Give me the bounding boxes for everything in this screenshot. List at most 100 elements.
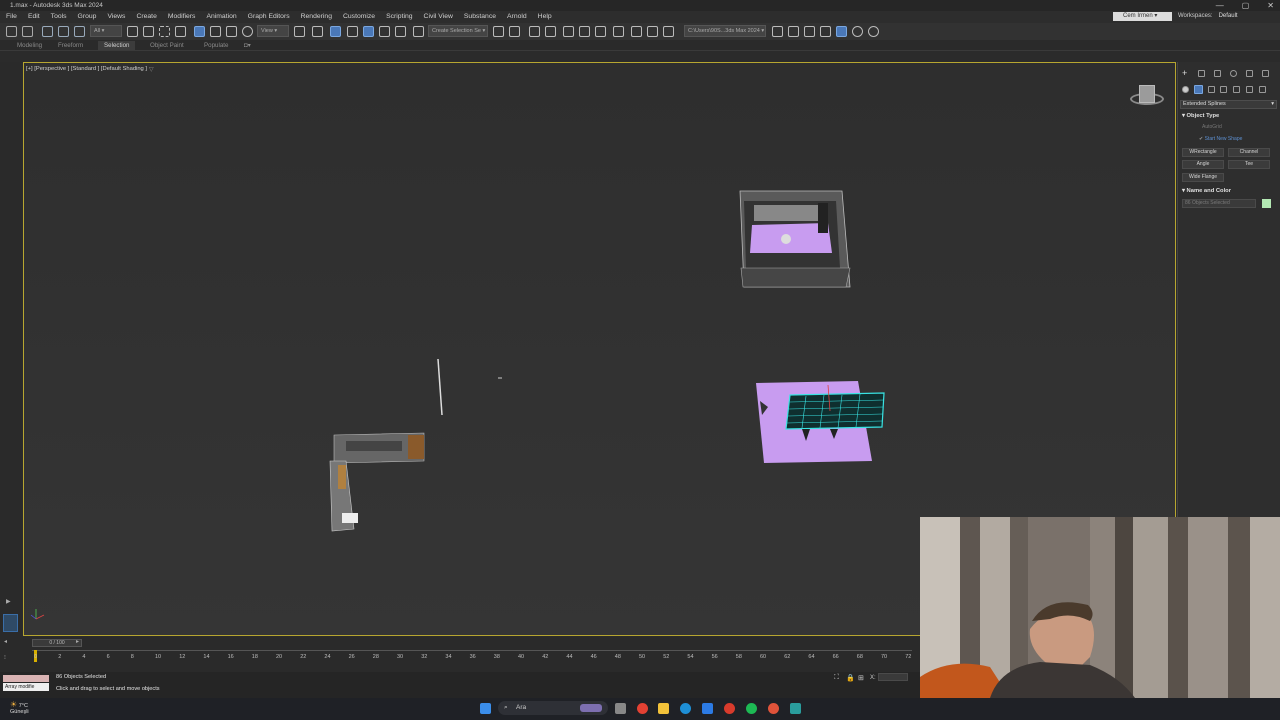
- kitchen-model-left[interactable]: [329, 432, 425, 532]
- menu-substance[interactable]: Substance: [464, 13, 496, 20]
- timeline-prev-icon[interactable]: ◂: [4, 638, 7, 645]
- workspaces-selector[interactable]: Workspaces: Default: [1178, 13, 1238, 19]
- store-icon[interactable]: [702, 703, 713, 714]
- menu-rendering[interactable]: Rendering: [301, 13, 332, 20]
- close-button[interactable]: ✕: [1267, 1, 1274, 10]
- edge-icon[interactable]: [680, 703, 691, 714]
- menu-graph-editors[interactable]: Graph Editors: [248, 13, 290, 20]
- minimize-button[interactable]: —: [1216, 1, 1224, 10]
- tab-object-paint[interactable]: Object Paint: [150, 42, 184, 49]
- expand-layout-icon[interactable]: ▶: [6, 598, 11, 605]
- selection-lock-icon[interactable]: 🔒: [846, 674, 855, 682]
- tab-populate[interactable]: Populate: [204, 42, 228, 49]
- taskbar-search[interactable]: ⌕ Ara: [498, 701, 608, 715]
- render-setup-icon[interactable]: [631, 26, 642, 37]
- channel-button[interactable]: Channel: [1228, 148, 1270, 157]
- undo-icon[interactable]: [6, 26, 17, 37]
- menu-arnold[interactable]: Arnold: [507, 13, 527, 20]
- angle-snap-icon[interactable]: [363, 26, 374, 37]
- select-and-move-icon[interactable]: [194, 26, 205, 37]
- link-icon[interactable]: [42, 26, 53, 37]
- keyboard-shortcut-override-icon[interactable]: [330, 26, 341, 37]
- time-slider[interactable]: 0 / 100: [32, 639, 82, 647]
- menu-group[interactable]: Group: [78, 13, 97, 20]
- object-type-rollout[interactable]: ▾ Object Type: [1182, 113, 1219, 119]
- lights-icon[interactable]: [1208, 86, 1215, 93]
- rectangular-selection-icon[interactable]: [159, 26, 170, 37]
- menu-animation[interactable]: Animation: [206, 13, 236, 20]
- window-crossing-icon[interactable]: [175, 26, 186, 37]
- select-and-rotate-icon[interactable]: [210, 26, 221, 37]
- select-and-scale-icon[interactable]: [226, 26, 237, 37]
- shapes-icon[interactable]: [1194, 85, 1203, 94]
- chrome-icon[interactable]: [637, 703, 648, 714]
- tab-modeling[interactable]: Modeling: [17, 42, 42, 49]
- photo-app-icon[interactable]: [768, 703, 779, 714]
- motion-tab-icon[interactable]: [1230, 70, 1237, 77]
- rendered-frame-window-icon[interactable]: [647, 26, 658, 37]
- schematic-view-icon[interactable]: [595, 26, 606, 37]
- scene-explorer-icon[interactable]: [529, 26, 540, 37]
- tab-selection[interactable]: Selection: [98, 41, 136, 50]
- object-color-swatch[interactable]: [1262, 199, 1271, 208]
- viewport-layout-icon[interactable]: [836, 26, 847, 37]
- maxscript-mini-listener[interactable]: Array modifie: [3, 683, 49, 691]
- wrectangle-button[interactable]: WRectangle: [1182, 148, 1224, 157]
- ribbon-toggle-icon[interactable]: ◘▾: [244, 42, 251, 49]
- line-object[interactable]: [437, 358, 443, 416]
- angle-button[interactable]: Angle: [1182, 160, 1224, 169]
- render-production-icon[interactable]: [663, 26, 674, 37]
- systems-icon[interactable]: [1259, 86, 1266, 93]
- toggle-ribbon-icon[interactable]: [563, 26, 574, 37]
- snaps-toggle-icon[interactable]: [347, 26, 358, 37]
- unlink-icon[interactable]: [58, 26, 69, 37]
- select-by-name-icon[interactable]: [143, 26, 154, 37]
- absolute-mode-icon[interactable]: ⊞: [858, 674, 864, 682]
- space-warps-icon[interactable]: [1246, 86, 1253, 93]
- menu-scripting[interactable]: Scripting: [386, 13, 412, 20]
- cameras-icon[interactable]: [1220, 86, 1227, 93]
- pivot-point-icon[interactable]: [294, 26, 305, 37]
- viewport-layout-tab[interactable]: [3, 614, 18, 632]
- spotify-icon[interactable]: [746, 703, 757, 714]
- hierarchy-tab-icon[interactable]: [1214, 70, 1221, 77]
- bind-space-warp-icon[interactable]: [74, 26, 85, 37]
- start-button-icon[interactable]: [480, 703, 491, 714]
- opera-icon[interactable]: [724, 703, 735, 714]
- select-and-place-icon[interactable]: [242, 26, 253, 37]
- track-bar-toggle-icon[interactable]: ⁝: [4, 654, 6, 661]
- settings-icon[interactable]: [852, 26, 863, 37]
- menu-civil-view[interactable]: Civil View: [424, 13, 453, 20]
- material-editor-icon[interactable]: [613, 26, 624, 37]
- display-tab-icon[interactable]: [1246, 70, 1253, 77]
- reference-coordinate-dropdown[interactable]: View ▾: [257, 25, 289, 37]
- object-name-field[interactable]: 86 Objects Selected: [1182, 199, 1256, 208]
- curve-editor-icon[interactable]: [579, 26, 590, 37]
- manipulate-icon[interactable]: [312, 26, 323, 37]
- modify-tab-icon[interactable]: [1198, 70, 1205, 77]
- selection-filter-dropdown[interactable]: All ▾: [90, 25, 122, 37]
- project-icon[interactable]: [804, 26, 815, 37]
- open-file-icon[interactable]: [772, 26, 783, 37]
- user-account-dropdown[interactable]: Cem Irmen ▾: [1113, 12, 1172, 21]
- menu-create[interactable]: Create: [136, 13, 156, 20]
- maxscript-listener-output[interactable]: [3, 675, 49, 682]
- geometry-icon[interactable]: [1182, 86, 1189, 93]
- utilities-tab-icon[interactable]: [1262, 70, 1269, 77]
- create-tab-icon[interactable]: +: [1182, 69, 1189, 78]
- floor-model-right[interactable]: [756, 381, 885, 463]
- spinner-snap-icon[interactable]: [395, 26, 406, 37]
- project-folder-dropdown[interactable]: C:\Users\90S...3ds Max 2024 ▾: [684, 25, 766, 37]
- named-selection-sets-dropdown[interactable]: Create Selection Se ▾: [428, 25, 488, 37]
- room-model-top[interactable]: [739, 190, 851, 288]
- autogrid-checkbox[interactable]: AutoGrid: [1202, 124, 1222, 130]
- tee-button[interactable]: Tee: [1228, 160, 1270, 169]
- save-file-icon[interactable]: [788, 26, 799, 37]
- timeline-next-icon[interactable]: ▸: [76, 638, 79, 645]
- menu-modifiers[interactable]: Modifiers: [168, 13, 196, 20]
- viewcube-box[interactable]: [1139, 85, 1155, 103]
- name-and-color-rollout[interactable]: ▾ Name and Color: [1182, 188, 1231, 194]
- object-category-dropdown[interactable]: Extended Splines ▾: [1180, 100, 1277, 109]
- task-view-icon[interactable]: [615, 703, 626, 714]
- align-icon[interactable]: [509, 26, 520, 37]
